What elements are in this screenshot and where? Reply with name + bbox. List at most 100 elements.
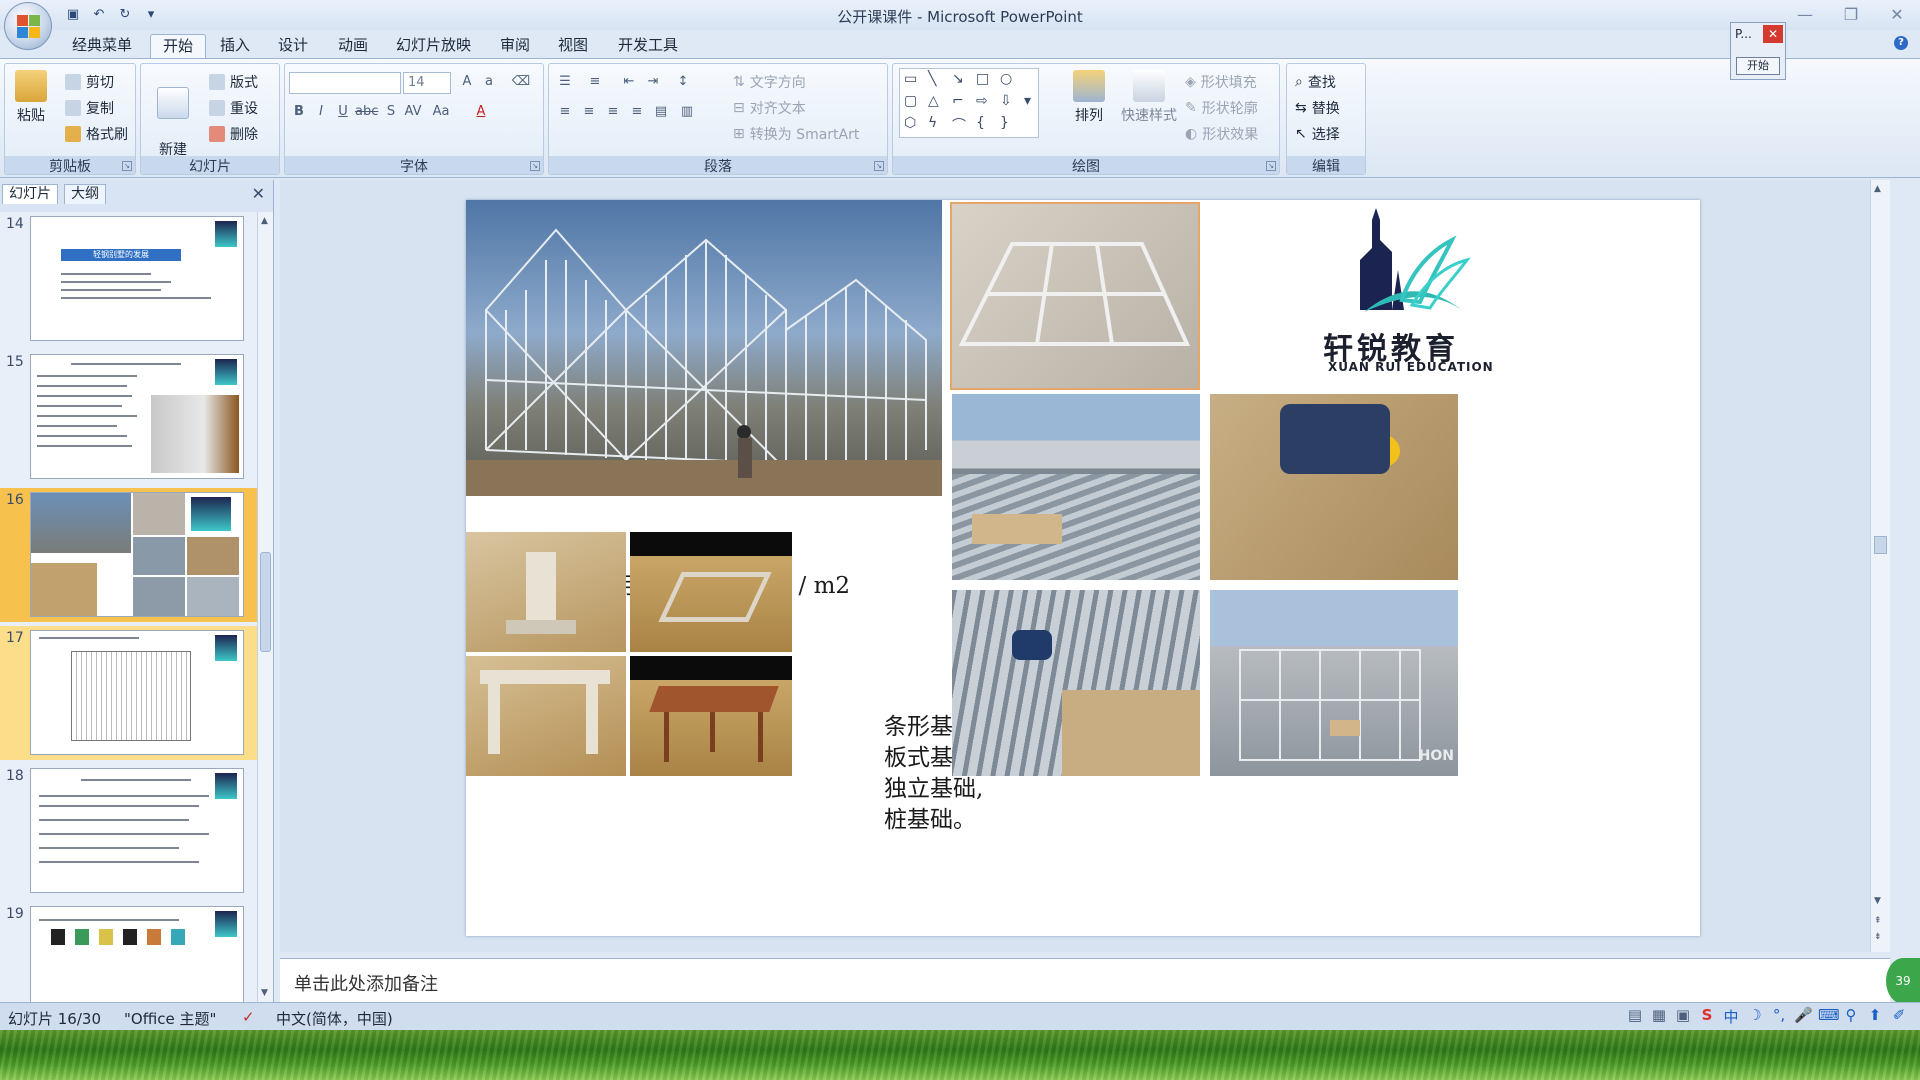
triangle-shape-icon[interactable]: △ — [928, 93, 939, 109]
paste-button[interactable]: 粘贴 — [11, 70, 51, 125]
smartart-button[interactable]: ⊞ 转换为 SmartArt — [733, 124, 859, 144]
clipboard-launcher-icon[interactable]: ↘ — [122, 161, 132, 171]
tab-classic-menu[interactable]: 经典菜单 — [60, 34, 144, 58]
arrange-button[interactable]: 排列 — [1069, 70, 1109, 125]
brace-right-shape-icon[interactable]: } — [1000, 115, 1009, 131]
restore-button[interactable]: ❐ — [1828, 0, 1874, 28]
font-size-box[interactable]: 14 — [403, 72, 451, 94]
skin-icon[interactable]: ⬆ — [1866, 1006, 1884, 1026]
arc-shape-icon[interactable]: ⌒ — [952, 115, 966, 135]
shape-fill-button[interactable]: ◈ 形状填充 — [1185, 72, 1257, 92]
connector-shape-icon[interactable]: ⌐ — [952, 93, 964, 109]
select-button[interactable]: ↖ 选择 — [1295, 124, 1340, 144]
paragraph-launcher-icon[interactable]: ↘ — [874, 161, 884, 171]
format-painter-button[interactable]: 格式刷 — [65, 124, 128, 144]
pane-close-icon[interactable]: ✕ — [252, 184, 265, 203]
underline-icon[interactable]: U — [333, 102, 353, 122]
justify-icon[interactable]: ≡ — [627, 102, 647, 122]
line-spacing-icon[interactable]: ↕ — [673, 72, 693, 92]
reset-button[interactable]: 重设 — [209, 98, 258, 118]
shapes-gallery[interactable]: ▭ ╲ ↘ □ ○ ▢ △ ⌐ ⇨ ⇩ ⬡ ϟ ⌒ { } ▾ — [899, 68, 1039, 138]
slide-thumb-18[interactable]: 18 — [0, 764, 258, 898]
slide-scroll-thumb[interactable] — [1874, 536, 1887, 554]
clear-format-icon[interactable]: ⌫ — [511, 72, 531, 92]
rect-shape-icon[interactable]: □ — [976, 71, 989, 87]
brace-shape-icon[interactable]: { — [976, 115, 985, 131]
keyboard-icon[interactable]: ⌨ — [1818, 1006, 1840, 1026]
font-name-box[interactable] — [289, 72, 401, 94]
half-width-icon[interactable]: ☽ — [1746, 1006, 1764, 1026]
popup-close-icon[interactable]: ✕ — [1763, 25, 1783, 43]
slide-scroll-up-icon[interactable]: ▲ — [1874, 184, 1881, 194]
grow-font-icon[interactable]: A — [457, 72, 477, 92]
bullets-icon[interactable]: ☰ — [555, 72, 575, 92]
gallery-more-icon[interactable]: ▾ — [1024, 93, 1031, 109]
line-shape-icon[interactable]: ╲ — [928, 71, 936, 87]
scroll-up-icon[interactable]: ▲ — [261, 216, 268, 226]
slide-thumb-17[interactable]: 17 — [0, 626, 258, 760]
scroll-thumb[interactable] — [260, 552, 271, 652]
decrease-indent-icon[interactable]: ⇤ — [619, 72, 639, 92]
slide-thumb-14[interactable]: 14 轻钢别墅的发展 — [0, 212, 258, 346]
numbering-icon[interactable]: ≡ — [585, 72, 605, 92]
distribute-icon[interactable]: ▤ — [651, 102, 671, 122]
slide-scroll-down-icon[interactable]: ▼ — [1874, 896, 1881, 906]
tab-animation[interactable]: 动画 — [326, 34, 380, 58]
tab-view[interactable]: 视图 — [546, 34, 600, 58]
office-button[interactable] — [4, 2, 52, 50]
slide-thumb-19[interactable]: 19 — [0, 902, 258, 1002]
italic-icon[interactable]: I — [311, 102, 331, 122]
shadow-icon[interactable]: S — [381, 102, 401, 122]
notes-pane[interactable]: 单击此处添加备注 — [280, 958, 1890, 1002]
quick-styles-button[interactable]: 快速样式 — [1117, 70, 1181, 125]
slide-canvas[interactable]: 用钢量20—35kg / m2 条形基础, 板式基础, 独立基础, 桩基础。 — [466, 200, 1700, 936]
tab-outline[interactable]: 大纲 — [64, 184, 106, 204]
scroll-down-icon[interactable]: ▼ — [261, 988, 268, 998]
slide-thumb-16[interactable]: 16 — [0, 488, 258, 622]
slide-scrollbar[interactable]: ▲ ▼ ⇞ ⇟ — [1870, 180, 1890, 952]
minimize-button[interactable]: — — [1782, 0, 1828, 28]
text-direction-button[interactable]: ⇅ 文字方向 — [733, 72, 806, 92]
punctuation-icon[interactable]: °, — [1770, 1006, 1788, 1026]
close-button[interactable]: ✕ — [1874, 0, 1920, 28]
change-case-icon[interactable]: Aa — [431, 102, 451, 122]
arrow-shape-icon[interactable]: ↘ — [952, 71, 964, 87]
tab-review[interactable]: 审阅 — [488, 34, 542, 58]
find-button[interactable]: ⌕ 查找 — [1295, 72, 1336, 92]
cut-button[interactable]: 剪切 — [65, 72, 114, 92]
next-slide-icon[interactable]: ⇟ — [1874, 932, 1882, 942]
layout-button[interactable]: 版式 — [209, 72, 258, 92]
copy-button[interactable]: 复制 — [65, 98, 114, 118]
tab-design[interactable]: 设计 — [266, 34, 320, 58]
right-arrow-shape-icon[interactable]: ⇨ — [976, 93, 988, 109]
slide-sorter-icon[interactable]: ▦ — [1650, 1006, 1668, 1026]
tab-insert[interactable]: 插入 — [208, 34, 262, 58]
delete-slide-button[interactable]: 删除 — [209, 124, 258, 144]
bold-icon[interactable]: B — [289, 102, 309, 122]
slide-thumb-15[interactable]: 15 — [0, 350, 258, 484]
drawing-launcher-icon[interactable]: ↘ — [1266, 161, 1276, 171]
increase-indent-icon[interactable]: ⇥ — [643, 72, 663, 92]
lightning-shape-icon[interactable]: ϟ — [928, 115, 937, 131]
chinese-mode-icon[interactable]: 中 — [1722, 1006, 1740, 1026]
replace-button[interactable]: ⇆ 替换 — [1295, 98, 1340, 118]
tab-developer[interactable]: 开发工具 — [606, 34, 690, 58]
shape-effects-button[interactable]: ◐ 形状效果 — [1185, 124, 1258, 144]
tab-slideshow[interactable]: 幻灯片放映 — [384, 34, 483, 58]
normal-view-icon[interactable]: ▤ — [1626, 1006, 1644, 1026]
down-arrow-shape-icon[interactable]: ⇩ — [1000, 93, 1012, 109]
slideshow-view-icon[interactable]: ▣ — [1674, 1006, 1692, 1026]
tab-slides[interactable]: 幻灯片 — [2, 184, 58, 204]
shrink-font-icon[interactable]: a — [479, 72, 499, 92]
columns-icon[interactable]: ▥ — [677, 102, 697, 122]
sogou-ime-icon[interactable]: S — [1698, 1006, 1716, 1026]
align-text-button[interactable]: ⊟ 对齐文本 — [733, 98, 806, 118]
spacing-icon[interactable]: AV — [403, 102, 423, 122]
microphone-icon[interactable]: 🎤 — [1794, 1006, 1813, 1026]
align-left-icon[interactable]: ≡ — [555, 102, 575, 122]
align-center-icon[interactable]: ≡ — [579, 102, 599, 122]
hexagon-shape-icon[interactable]: ⬡ — [904, 115, 916, 131]
language-indicator[interactable]: 中文(简体，中国) — [276, 1008, 393, 1029]
font-color-icon[interactable]: A — [471, 102, 491, 122]
tools-icon[interactable]: ✐ — [1890, 1006, 1908, 1026]
